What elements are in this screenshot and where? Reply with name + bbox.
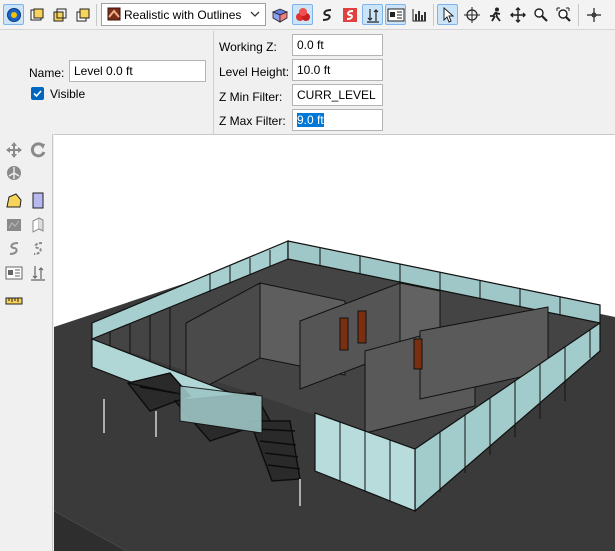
level-height-input[interactable]: 10.0 ft — [292, 59, 383, 81]
stair-alt-icon[interactable] — [28, 239, 48, 259]
checkmark-icon — [33, 90, 42, 98]
visible-checkbox[interactable] — [31, 87, 44, 100]
level-name-input[interactable]: Level 0.0 ft — [69, 60, 206, 82]
app-window: Realistic with Outlines Name: Level 0.0 … — [0, 0, 615, 551]
orbit-tool-icon[interactable] — [4, 163, 24, 183]
door — [413, 338, 423, 370]
door — [339, 317, 349, 351]
name-label: Name: — [29, 66, 65, 80]
z-min-filter-input[interactable]: CURR_LEVEL — [292, 84, 383, 106]
walk-icon[interactable] — [484, 4, 505, 25]
pan-icon[interactable] — [461, 4, 482, 25]
working-z-input[interactable]: 0.0 ft — [292, 34, 383, 56]
top-view-icon[interactable] — [26, 4, 47, 25]
shapes-icon[interactable] — [292, 4, 313, 25]
chevron-down-icon — [249, 7, 261, 24]
toolbar-separator — [578, 4, 579, 26]
chart-icon[interactable] — [408, 4, 429, 25]
main-toolbar: Realistic with Outlines — [0, 0, 615, 30]
panel-divider — [213, 31, 214, 134]
z-max-filter-selected-text: 9.0 ft — [297, 113, 324, 127]
front-view-icon[interactable] — [49, 4, 70, 25]
image-tool-icon[interactable] — [4, 263, 24, 283]
image-icon[interactable] — [385, 4, 406, 25]
rectangle-icon[interactable] — [28, 191, 48, 211]
ruler-icon[interactable] — [4, 291, 24, 311]
properties-panel: Name: Level 0.0 ft Visible Working Z: 0.… — [0, 31, 615, 134]
pan-tool-icon[interactable] — [4, 140, 24, 160]
3d-viewport[interactable] — [54, 134, 615, 551]
render-mode-select[interactable]: Realistic with Outlines — [101, 3, 266, 26]
level-tool-icon[interactable] — [28, 263, 48, 283]
zoom-icon[interactable] — [530, 4, 551, 25]
z-max-filter-input[interactable]: 9.0 ft — [292, 109, 383, 131]
working-z-label: Working Z: — [219, 40, 277, 54]
render-mode-icon — [107, 7, 121, 24]
z-max-filter-label: Z Max Filter: — [219, 114, 286, 128]
toolbar-separator — [433, 4, 434, 26]
door — [357, 310, 367, 344]
stairs-red-icon[interactable] — [339, 4, 360, 25]
visible-label: Visible — [50, 87, 86, 101]
slab-icon[interactable] — [4, 215, 24, 235]
toolbar-separator — [96, 4, 97, 26]
stair-icon[interactable] — [4, 239, 24, 259]
stairs-icon[interactable] — [316, 4, 337, 25]
render-mode-value: Realistic with Outlines — [124, 7, 242, 22]
move-icon[interactable] — [507, 4, 528, 25]
level-icon[interactable] — [362, 4, 383, 25]
level-height-label: Level Height: — [219, 65, 290, 79]
3d-view-icon[interactable] — [3, 4, 24, 25]
select-arrow-icon[interactable] — [437, 4, 458, 25]
building-model — [54, 240, 615, 551]
rotate-tool-icon[interactable] — [28, 140, 48, 160]
z-min-filter-label: Z Min Filter: — [219, 90, 283, 104]
polygon-icon[interactable] — [4, 191, 24, 211]
crosshair-icon[interactable] — [583, 4, 604, 25]
zoom-extents-icon[interactable] — [553, 4, 574, 25]
wall-icon[interactable] — [28, 215, 48, 235]
side-view-icon[interactable] — [72, 4, 93, 25]
tool-palette — [0, 134, 53, 551]
cube-icon[interactable] — [269, 4, 290, 25]
